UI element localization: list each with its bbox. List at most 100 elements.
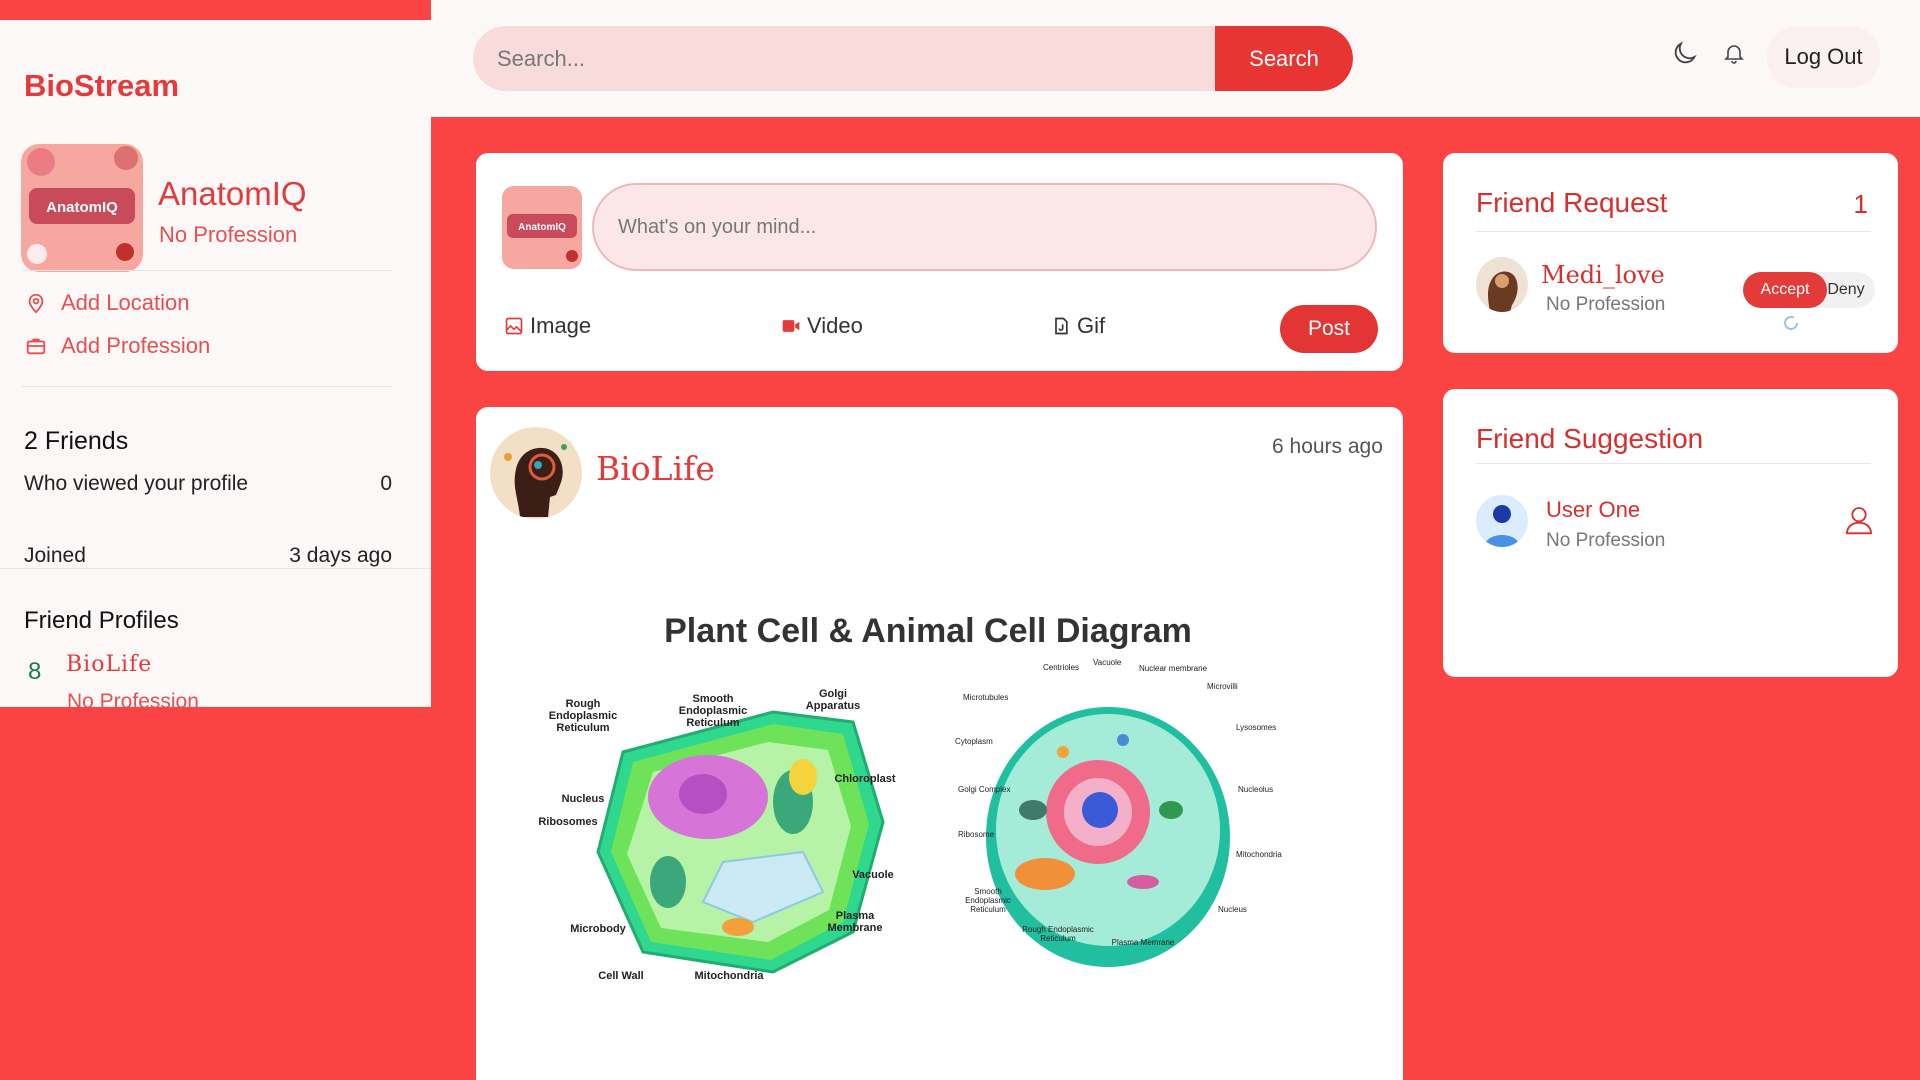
suggestion-profession: No Profession bbox=[1546, 530, 1666, 551]
divider bbox=[22, 270, 392, 271]
requester-profession: No Profession bbox=[1546, 294, 1666, 315]
svg-text:Vacuole: Vacuole bbox=[852, 869, 894, 881]
svg-text:Reticulum: Reticulum bbox=[686, 717, 739, 729]
profile-views-row: Who viewed your profile 0 bbox=[24, 472, 392, 496]
svg-text:Reticulum: Reticulum bbox=[970, 905, 1006, 914]
add-friend-icon[interactable] bbox=[1843, 503, 1875, 537]
loading-spinner-icon bbox=[1784, 316, 1798, 330]
gif-action-label: Gif bbox=[1077, 313, 1106, 338]
svg-text:Rough: Rough bbox=[566, 698, 601, 710]
svg-text:Mitochondria: Mitochondria bbox=[694, 970, 764, 982]
divider bbox=[0, 568, 431, 569]
suggestion-avatar[interactable] bbox=[1476, 495, 1528, 547]
svg-text:Microbody: Microbody bbox=[570, 923, 626, 935]
diagram-title: Plant Cell & Animal Cell Diagram bbox=[664, 612, 1192, 650]
svg-text:Golgi: Golgi bbox=[819, 688, 847, 700]
add-profession-label: Add Profession bbox=[61, 333, 211, 358]
svg-text:Nucleolus: Nucleolus bbox=[1238, 785, 1273, 794]
post-author-avatar[interactable] bbox=[490, 427, 582, 519]
joined-label: Joined bbox=[24, 544, 86, 567]
feed-post: BioLife 6 hours ago Plant Cell & Animal … bbox=[476, 407, 1403, 1080]
friends-count[interactable]: 2 Friends bbox=[24, 427, 128, 456]
svg-text:Smooth: Smooth bbox=[974, 887, 1002, 896]
friend-suggestion-card: Friend Suggestion User One No Profession bbox=[1443, 389, 1898, 677]
friend-profiles-title: Friend Profiles bbox=[24, 607, 179, 634]
svg-text:Nucleus: Nucleus bbox=[1218, 905, 1247, 914]
svg-text:Plasma: Plasma bbox=[836, 910, 875, 922]
logout-button[interactable]: Log Out bbox=[1767, 26, 1880, 88]
svg-text:Ribosomes: Ribosomes bbox=[538, 816, 597, 828]
gif-action[interactable]: Gif bbox=[1051, 313, 1105, 339]
friend-suggestion-title: Friend Suggestion bbox=[1476, 423, 1704, 454]
svg-text:Nucleus: Nucleus bbox=[562, 793, 605, 805]
friend-request-count: 1 bbox=[1853, 189, 1868, 219]
bell-icon[interactable] bbox=[1722, 40, 1746, 66]
friend-profile-profession: No Profession bbox=[67, 690, 199, 713]
svg-text:Plasma Memrane: Plasma Memrane bbox=[1112, 938, 1175, 947]
svg-text:Chloroplast: Chloroplast bbox=[834, 773, 895, 785]
friend-request-title: Friend Request bbox=[1476, 187, 1668, 218]
profile-views-value: 0 bbox=[380, 472, 392, 495]
svg-text:Microtubules: Microtubules bbox=[963, 693, 1008, 702]
joined-value: 3 days ago bbox=[289, 544, 392, 567]
suggestion-name[interactable]: User One bbox=[1546, 497, 1640, 523]
add-location-link[interactable]: Add Location bbox=[25, 290, 189, 316]
search-bar: Search bbox=[473, 26, 1353, 91]
post-input[interactable] bbox=[592, 183, 1377, 271]
moon-icon[interactable] bbox=[1671, 38, 1699, 68]
search-button[interactable]: Search bbox=[1215, 26, 1353, 91]
composer-avatar: AnatomIQ bbox=[502, 186, 582, 269]
add-profession-link[interactable]: Add Profession bbox=[25, 333, 210, 359]
profile-name[interactable]: AnatomIQ bbox=[158, 175, 307, 213]
left-sidebar: BioStream AnatomIQ AnatomIQ No Professio… bbox=[0, 20, 431, 713]
svg-text:Endoplasmic: Endoplasmic bbox=[549, 710, 617, 722]
joined-row: Joined 3 days ago bbox=[24, 544, 392, 568]
post-timestamp: 6 hours ago bbox=[1272, 435, 1383, 458]
svg-text:Apparatus: Apparatus bbox=[806, 700, 860, 712]
divider bbox=[1476, 231, 1871, 232]
add-location-label: Add Location bbox=[61, 290, 190, 315]
profile-avatar[interactable]: AnatomIQ bbox=[21, 144, 143, 272]
svg-text:Ribosome: Ribosome bbox=[958, 830, 995, 839]
svg-text:Endoplasmic: Endoplasmic bbox=[965, 896, 1011, 905]
svg-text:Vacuole: Vacuole bbox=[1093, 658, 1122, 667]
friend-request-card: Friend Request 1 Medi_love No Profession… bbox=[1443, 153, 1898, 353]
post-button[interactable]: Post bbox=[1280, 305, 1378, 353]
image-action-label: Image bbox=[530, 313, 592, 338]
svg-text:Cytoplasm: Cytoplasm bbox=[955, 737, 993, 746]
requester-avatar[interactable] bbox=[1476, 257, 1528, 312]
profile-views-label: Who viewed your profile bbox=[24, 472, 249, 495]
requester-name[interactable]: Medi_love bbox=[1541, 261, 1665, 289]
post-image[interactable]: Plant Cell & Animal Cell Diagram Rough E… bbox=[503, 572, 1377, 1080]
profile-profession: No Profession bbox=[159, 222, 298, 247]
svg-text:Reticulum: Reticulum bbox=[556, 722, 609, 734]
video-icon bbox=[782, 320, 800, 332]
svg-text:Microvilli: Microvilli bbox=[1207, 682, 1238, 691]
svg-text:Membrane: Membrane bbox=[827, 922, 882, 934]
location-pin-icon bbox=[28, 293, 44, 314]
svg-text:Centrioles: Centrioles bbox=[1043, 663, 1079, 672]
divider bbox=[1476, 463, 1871, 464]
search-input[interactable] bbox=[473, 26, 1215, 91]
svg-text:Endoplasmic: Endoplasmic bbox=[679, 705, 747, 717]
svg-text:Cell Wall: Cell Wall bbox=[598, 970, 643, 982]
video-action[interactable]: Video bbox=[781, 313, 863, 339]
post-author-name[interactable]: BioLife bbox=[596, 449, 715, 488]
image-icon bbox=[505, 317, 523, 335]
svg-text:Smooth: Smooth bbox=[693, 693, 734, 705]
gif-icon bbox=[1055, 317, 1068, 335]
svg-text:Reticulum: Reticulum bbox=[1040, 934, 1076, 943]
video-action-label: Video bbox=[807, 313, 863, 338]
svg-text:Nuclear membrane: Nuclear membrane bbox=[1139, 664, 1208, 673]
svg-text:Lysosomes: Lysosomes bbox=[1236, 723, 1276, 732]
svg-text:AnatomIQ: AnatomIQ bbox=[518, 222, 566, 233]
post-composer: AnatomIQ Image Video Gif Post bbox=[476, 153, 1403, 371]
brand-logo[interactable]: BioStream bbox=[24, 68, 179, 104]
accept-button[interactable]: Accept bbox=[1743, 272, 1827, 308]
svg-text:Mitochondria: Mitochondria bbox=[1236, 850, 1282, 859]
friend-avatar-badge[interactable]: 8 bbox=[28, 658, 41, 686]
svg-text:Rough Endoplasmic: Rough Endoplasmic bbox=[1022, 925, 1094, 934]
friend-profile-name[interactable]: BioLife bbox=[66, 652, 152, 677]
image-action[interactable]: Image bbox=[504, 313, 591, 339]
briefcase-icon bbox=[26, 338, 46, 355]
